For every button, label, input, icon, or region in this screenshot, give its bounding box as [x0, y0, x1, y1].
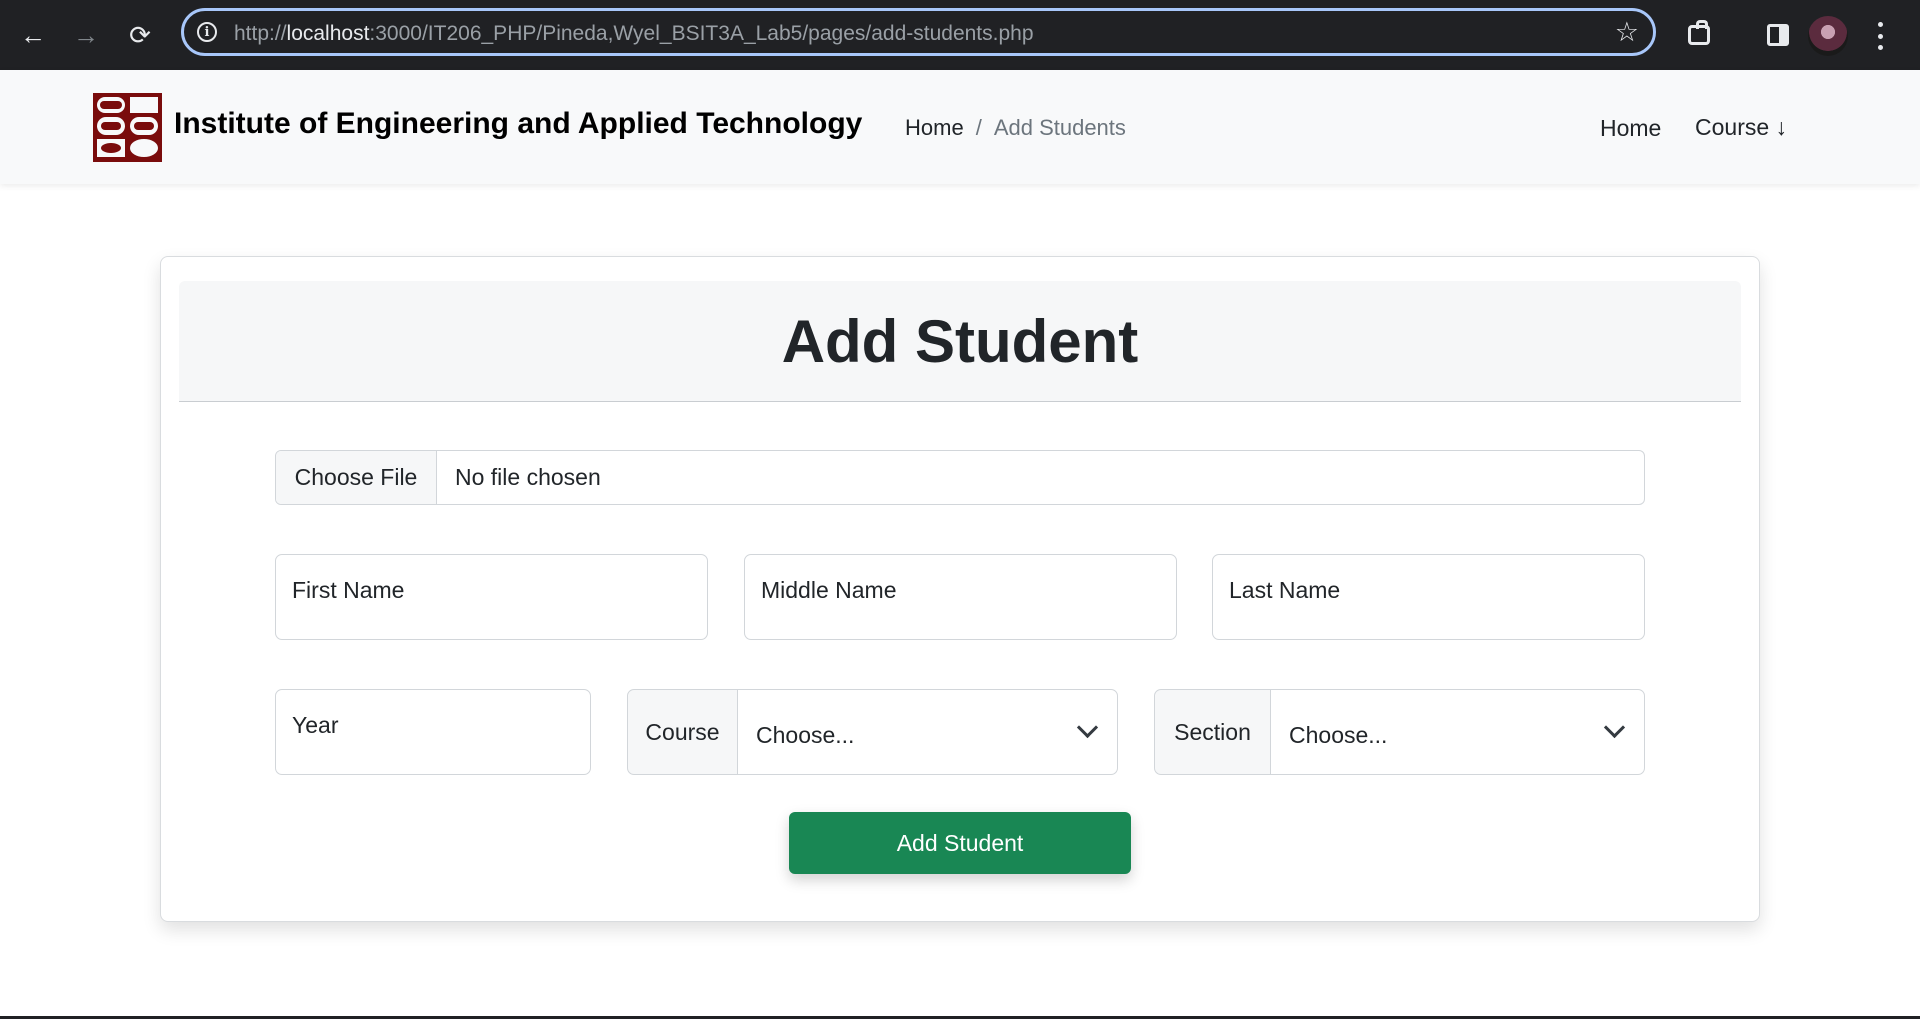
url-prefix: http://: [234, 22, 287, 45]
photo-file-input[interactable]: Choose File No file chosen: [275, 450, 1645, 505]
last-name-placeholder: Last Name: [1229, 577, 1341, 603]
file-status-text: No file chosen: [455, 464, 601, 490]
breadcrumb-home-link[interactable]: Home: [905, 115, 964, 140]
course-label: Course: [627, 689, 738, 775]
back-icon[interactable]: ←: [15, 17, 51, 53]
address-bar[interactable]: i http://localhost:3000/IT206_PHP/Pineda…: [181, 8, 1656, 56]
section-label: Section: [1154, 689, 1271, 775]
side-panel-icon[interactable]: [1760, 17, 1796, 53]
last-name-input[interactable]: Last Name: [1212, 554, 1645, 640]
url-text[interactable]: http://localhost:3000/IT206_PHP/Pineda,W…: [234, 22, 1034, 46]
bookmark-star-icon[interactable]: ☆: [1615, 17, 1639, 48]
nav-link-course-dropdown[interactable]: Course ↓: [1695, 114, 1787, 141]
reload-icon[interactable]: ⟳: [122, 17, 158, 53]
course-select[interactable]: Choose...: [737, 689, 1118, 775]
first-name-input[interactable]: First Name: [275, 554, 708, 640]
section-selected-value: Choose...: [1289, 722, 1388, 748]
card-header: Add Student: [179, 281, 1741, 402]
extensions-icon[interactable]: [1681, 17, 1717, 53]
page-title: Add Student: [781, 307, 1139, 375]
course-selected-value: Choose...: [756, 722, 855, 748]
chevron-down-icon: [1076, 716, 1099, 739]
forward-icon[interactable]: →: [68, 17, 104, 53]
first-name-placeholder: First Name: [292, 577, 405, 603]
year-placeholder: Year: [292, 712, 339, 738]
year-input[interactable]: Year: [275, 689, 591, 775]
middle-name-placeholder: Middle Name: [761, 577, 897, 603]
chevron-down-icon: [1603, 716, 1626, 739]
middle-name-input[interactable]: Middle Name: [744, 554, 1177, 640]
url-host: localhost: [286, 22, 370, 45]
choose-file-button[interactable]: Choose File: [276, 451, 437, 504]
breadcrumb-separator: /: [975, 115, 982, 140]
add-student-button[interactable]: Add Student: [789, 812, 1131, 874]
url-path: :3000/IT206_PHP/Pineda,Wyel_BSIT3A_Lab5/…: [369, 22, 1034, 45]
profile-avatar[interactable]: [1808, 16, 1848, 56]
section-select[interactable]: Choose...: [1270, 689, 1645, 775]
site-info-icon[interactable]: i: [197, 22, 217, 42]
site-navbar: Institute of Engineering and Applied Tec…: [0, 70, 1920, 184]
nav-link-home[interactable]: Home: [1600, 115, 1661, 142]
brand-name[interactable]: Institute of Engineering and Applied Tec…: [174, 107, 862, 141]
browser-toolbar: ← → ⟳ i http://localhost:3000/IT206_PHP/…: [0, 0, 1920, 70]
breadcrumb-current: Add Students: [993, 115, 1126, 140]
breadcrumb: Home / Add Students: [905, 115, 1126, 141]
menu-kebab-icon[interactable]: [1876, 22, 1884, 50]
institute-logo[interactable]: [92, 92, 163, 163]
